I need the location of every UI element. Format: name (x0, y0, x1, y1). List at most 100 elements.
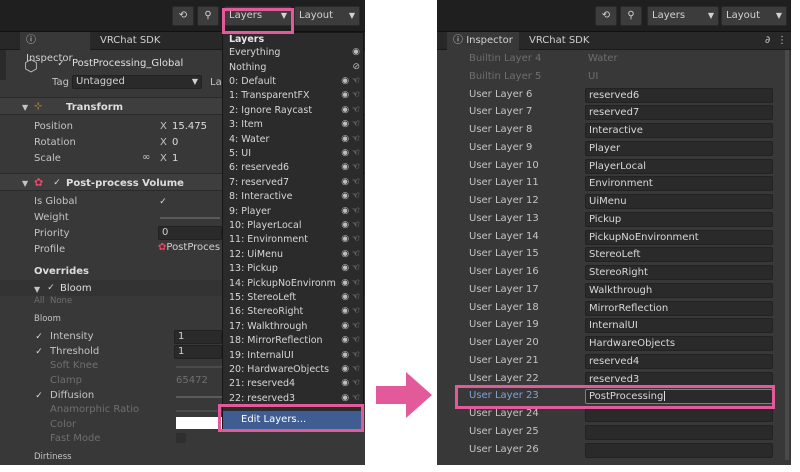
tag-dropdown[interactable]: Untagged ▼ (72, 75, 202, 89)
eye-icon[interactable]: ◉ ☜ (341, 104, 360, 117)
layers-menu-item[interactable]: 5: UI ◉ ☜ (223, 147, 363, 160)
anamorphic-slider[interactable] (176, 410, 222, 412)
layer-name-field[interactable]: reserved7 (585, 105, 773, 121)
tab-vrchat-sdk[interactable]: VRChat SDK (94, 32, 166, 50)
active-checkbox[interactable]: ✓ (56, 59, 66, 69)
clamp-value[interactable]: 65472 (176, 375, 208, 386)
is-global-checkbox[interactable]: ✓ (158, 197, 168, 207)
search-button[interactable]: ⚲ (620, 6, 642, 26)
rotation-x-value[interactable]: 0 (172, 137, 178, 148)
volume-enabled-checkbox[interactable]: ✓ (52, 178, 62, 188)
layers-menu-item[interactable]: 8: Interactive ◉ ☜ (223, 190, 363, 203)
layers-menu-item[interactable]: 7: reserved7 ◉ ☜ (223, 176, 363, 189)
eye-icon[interactable]: ◉ ☜ (341, 291, 360, 304)
history-button[interactable]: ⟲ (172, 6, 194, 26)
layers-menu-item[interactable]: 15: StereoLeft ◉ ☜ (223, 291, 363, 304)
layer-name-field[interactable] (585, 424, 773, 440)
intensity-field[interactable]: 1 (174, 330, 222, 344)
layers-menu-item[interactable]: 2: Ignore Raycast ◉ ☜ (223, 104, 363, 117)
eye-icon[interactable]: ◉ ☜ (341, 248, 360, 261)
eye-icon[interactable]: ◉ ☜ (341, 334, 360, 347)
layers-menu-item[interactable]: 10: PlayerLocal ◉ ☜ (223, 219, 363, 232)
eye-icon[interactable]: ◉ ☜ (341, 392, 360, 405)
layers-menu-item[interactable]: 12: UiMenu ◉ ☜ (223, 248, 363, 261)
layers-menu-item[interactable]: 16: StereoRight ◉ ☜ (223, 305, 363, 318)
layer-name-field[interactable]: PostProcessing (585, 389, 773, 405)
layer-name-field[interactable]: UiMenu (585, 194, 773, 209)
layers-menu-item[interactable]: 9: Player ◉ ☜ (223, 205, 363, 218)
layers-menu-item[interactable]: 1: TransparentFX ◉ ☜ (223, 89, 363, 102)
search-button[interactable]: ⚲ (197, 6, 219, 26)
eye-icon[interactable]: ◉ ☜ (341, 205, 360, 218)
eye-icon[interactable]: ◉ ☜ (341, 176, 360, 189)
layer-name-field[interactable]: Pickup (585, 211, 773, 227)
soft-knee-slider[interactable] (176, 366, 222, 368)
layers-menu-item[interactable]: 22: reserved3 ◉ ☜ (223, 392, 363, 405)
none-link[interactable]: None (50, 296, 72, 306)
layers-menu-item[interactable]: Nothing ⊘ (223, 61, 363, 74)
layers-menu-item[interactable]: 4: Water ◉ ☜ (223, 133, 363, 146)
eye-off-icon[interactable]: ⊘ (352, 61, 360, 74)
fast-mode-checkbox[interactable] (176, 433, 186, 443)
layer-name-field[interactable]: Environment (585, 176, 773, 192)
history-button[interactable]: ⟲ (595, 6, 617, 26)
layer-name-field[interactable]: reserved3 (585, 371, 773, 387)
eye-icon[interactable]: ◉ ☜ (341, 305, 360, 318)
right-scrollbar[interactable] (785, 50, 789, 460)
eye-icon[interactable]: ◉ ☜ (341, 75, 360, 88)
position-x-value[interactable]: 15.475 (172, 121, 207, 132)
layer-name-field[interactable]: PickupNoEnvironment (585, 229, 773, 245)
layer-name-field[interactable]: Interactive (585, 123, 773, 138)
eye-icon[interactable]: ◉ ☜ (341, 161, 360, 174)
layer-name-field[interactable]: StereoRight (585, 265, 773, 280)
weight-slider[interactable] (160, 217, 220, 219)
layers-menu-item[interactable]: 6: reserved6 ◉ ☜ (223, 161, 363, 174)
layers-menu-item[interactable]: 11: Environment ◉ ☜ (223, 233, 363, 246)
layers-menu-item[interactable]: 13: Pickup ◉ ☜ (223, 262, 363, 275)
threshold-field[interactable]: 1 (174, 345, 222, 359)
eye-icon[interactable]: ◉ ☜ (341, 133, 360, 146)
eye-icon[interactable]: ◉ ☜ (341, 262, 360, 275)
lock-icon[interactable]: ∂ (765, 35, 770, 46)
layer-name-field[interactable]: PlayerLocal (585, 158, 773, 174)
eye-icon[interactable]: ◉ (352, 46, 360, 59)
layout-dropdown[interactable]: Layout ▼ (294, 6, 360, 26)
layers-dropdown[interactable]: Layers ▼ (224, 6, 292, 26)
bloom-enabled-checkbox[interactable]: ✓ (46, 283, 56, 293)
layers-menu-item[interactable]: 18: MirrorReflection ◉ ☜ (223, 334, 363, 347)
layer-name-field[interactable]: reserved4 (585, 353, 773, 369)
layout-dropdown[interactable]: Layout ▼ (721, 6, 787, 26)
eye-icon[interactable]: ◉ ☜ (341, 233, 360, 246)
tab-vrchat-sdk[interactable]: VRChat SDK (523, 32, 595, 50)
layer-name-field[interactable]: MirrorReflection (585, 300, 773, 316)
layer-name-field[interactable] (585, 442, 773, 458)
layers-menu-item[interactable]: 14: PickupNoEnvironm ◉ ☜ (223, 277, 363, 290)
eye-icon[interactable]: ◉ ☜ (341, 277, 360, 290)
layer-name-field[interactable]: Walkthrough (585, 282, 773, 298)
scale-x-value[interactable]: 1 (172, 153, 178, 164)
profile-field[interactable]: ✿PostProces (158, 242, 222, 256)
color-swatch[interactable] (176, 417, 222, 429)
eye-icon[interactable]: ◉ ☜ (341, 219, 360, 232)
layers-menu-item[interactable]: 19: InternalUI ◉ ☜ (223, 349, 363, 362)
threshold-override-checkbox[interactable]: ✓ (34, 347, 44, 357)
diffusion-slider[interactable] (176, 396, 222, 398)
layers-menu-item[interactable]: 17: Walkthrough ◉ ☜ (223, 320, 363, 333)
layers-menu-item[interactable]: Everything ◉ (223, 46, 363, 59)
eye-icon[interactable]: ◉ ☜ (341, 377, 360, 390)
layer-name-field[interactable]: InternalUI (585, 318, 773, 334)
all-link[interactable]: All (34, 296, 45, 306)
layer-name-field[interactable]: Player (585, 140, 773, 156)
eye-icon[interactable]: ◉ ☜ (341, 363, 360, 376)
diffusion-override-checkbox[interactable]: ✓ (34, 391, 44, 401)
eye-icon[interactable]: ◉ ☜ (341, 118, 360, 131)
layer-name-field[interactable] (585, 407, 773, 422)
layers-menu-item[interactable]: 20: HardwareObjects ◉ ☜ (223, 363, 363, 376)
tab-inspector[interactable]: ⓘ Inspector (20, 32, 90, 64)
eye-icon[interactable]: ◉ ☜ (341, 320, 360, 333)
layers-menu-item[interactable]: 3: Item ◉ ☜ (223, 118, 363, 131)
more-icon[interactable]: ⋮ (777, 35, 787, 46)
eye-icon[interactable]: ◉ ☜ (341, 147, 360, 160)
layers-menu-item[interactable]: 21: reserved4 ◉ ☜ (223, 377, 363, 390)
edit-layers-item[interactable]: Edit Layers... (223, 411, 363, 429)
